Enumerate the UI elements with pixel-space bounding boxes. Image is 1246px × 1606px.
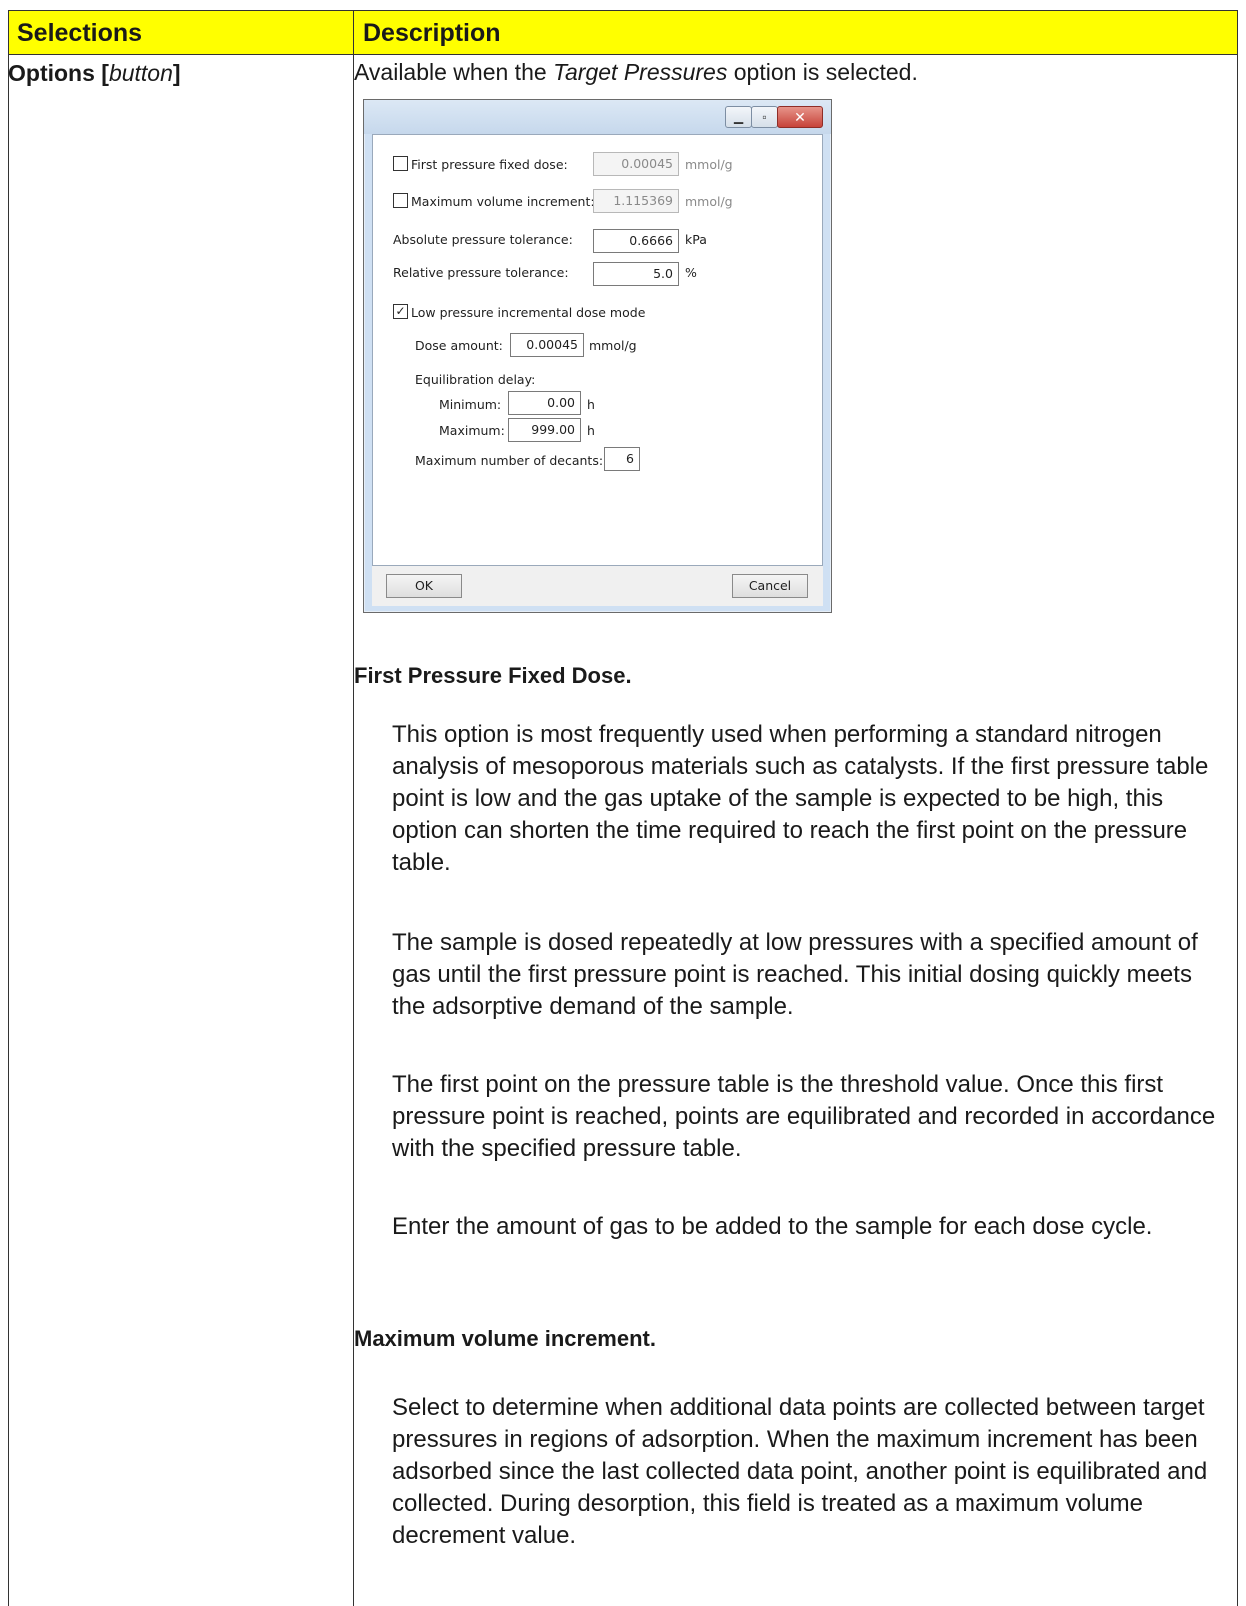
cancel-button[interactable]: Cancel [732,574,808,598]
first-pressure-label: First pressure fixed dose: [411,157,568,172]
table-header-row: Selections Description [9,11,1237,55]
window-controls: ▁ ▫ ✕ [725,106,823,128]
dialog-footer: OK Cancel [372,566,823,606]
abs-tolerance-unit: kPa [685,232,707,247]
intro-text: Available when the Target Pressures opti… [354,56,1224,88]
selection-label-text: Options [ [8,60,109,86]
first-pressure-checkbox[interactable] [393,156,408,171]
paragraph-first-pressure-3: The first point on the pressure table is… [392,1071,1216,1162]
max-volume-checkbox[interactable] [393,193,408,208]
header-selections: Selections [17,19,143,47]
options-dialog: ▁ ▫ ✕ First pressure fixed dose: 0.00045… [363,99,832,613]
decants-field[interactable]: 6 [604,447,640,471]
equilibration-delay-label: Equilibration delay: [415,372,536,387]
paragraph-first-pressure-1: This option is most frequently used when… [392,721,1209,876]
first-pressure-field[interactable]: 0.00045 [593,152,679,176]
rel-tolerance-field[interactable]: 5.0 [593,262,679,286]
dose-amount-field[interactable]: 0.00045 [510,333,584,357]
max-volume-label: Maximum volume increment: [411,194,595,209]
dose-amount-unit: mmol/g [589,338,637,353]
minimum-field[interactable]: 0.00 [508,391,581,415]
maximize-icon[interactable]: ▫ [751,106,778,128]
max-volume-heading: Maximum volume increment. [354,1326,656,1351]
dialog-title-bar: ▁ ▫ ✕ [364,100,831,134]
abs-tolerance-field[interactable]: 0.6666 [593,229,679,253]
max-volume-field[interactable]: 1.115369 [593,189,679,213]
rel-tolerance-unit: % [685,265,697,280]
intro-pre: Available when the [354,59,554,85]
close-icon[interactable]: ✕ [777,106,823,128]
abs-tolerance-label: Absolute pressure tolerance: [393,232,573,247]
paragraph-max-volume: Select to determine when additional data… [392,1394,1208,1549]
selection-close-text: ] [172,60,181,86]
maximum-label: Maximum: [439,423,505,438]
first-pressure-unit: mmol/g [685,157,733,172]
intro-italic: Target Pressures [553,59,728,85]
maximum-unit: h [587,423,595,438]
minimum-label: Minimum: [439,397,502,412]
dose-amount-label: Dose amount: [415,338,503,353]
intro-post: option is selected. [727,59,918,85]
rel-tolerance-label: Relative pressure tolerance: [393,265,569,280]
paragraph-first-pressure-2: The sample is dosed repeatedly at low pr… [392,929,1198,1020]
paragraph-first-pressure-4: Enter the amount of gas to be added to t… [392,1213,1153,1240]
decants-label: Maximum number of decants: [415,453,604,468]
low-pressure-label: Low pressure incremental dose mode [411,305,646,320]
maximum-field[interactable]: 999.00 [508,418,581,442]
max-volume-unit: mmol/g [685,194,733,209]
selection-type-text: button [108,60,173,86]
low-pressure-checkbox[interactable]: ✓ [393,304,408,319]
ok-button[interactable]: OK [386,574,462,598]
first-pressure-heading: First Pressure Fixed Dose. [354,663,632,688]
header-description: Description [363,19,501,47]
column-divider [353,11,354,1606]
minimum-unit: h [587,397,595,412]
selection-options-label: Options [button] [8,60,181,87]
dialog-body: First pressure fixed dose: 0.00045 mmol/… [372,134,823,566]
minimize-icon[interactable]: ▁ [725,106,752,128]
